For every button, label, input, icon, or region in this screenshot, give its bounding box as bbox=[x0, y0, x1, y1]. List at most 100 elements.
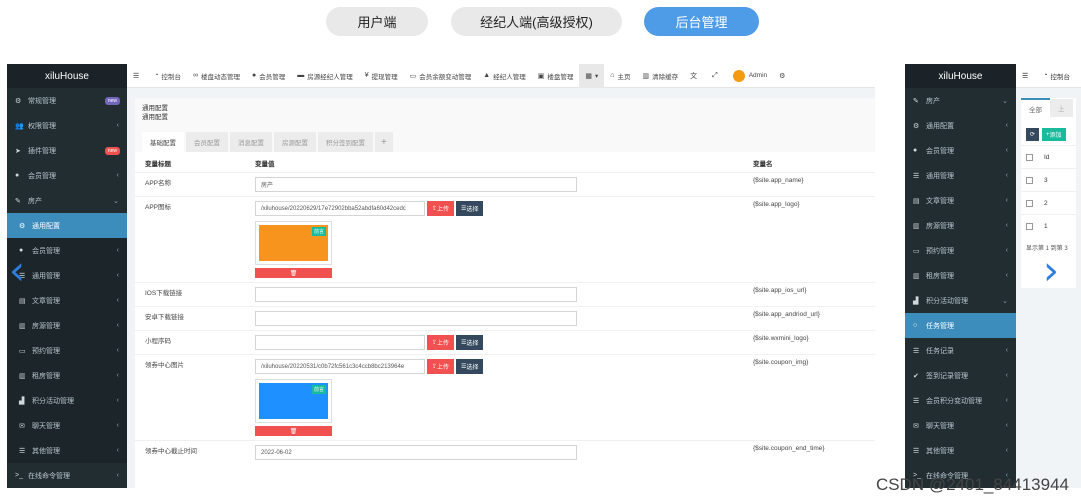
sidebar-item[interactable]: ☰ 会员积分变动管理 ‹ bbox=[905, 388, 1016, 413]
nav-save[interactable]: ▣ 楼盘管理 bbox=[532, 64, 580, 88]
sidebar-item[interactable]: >_ 在线命令管理 ‹ bbox=[7, 463, 127, 488]
select-button[interactable]: ☰ 选择 bbox=[456, 201, 484, 216]
value-input[interactable]: 2022-06-02 bbox=[255, 445, 577, 460]
nav-user[interactable]: ● 会员管理 bbox=[246, 64, 291, 88]
sidebar-item[interactable]: ☰ 通用管理 ‹ bbox=[905, 163, 1016, 188]
sidebar-item[interactable]: ➤ 插件管理 new bbox=[7, 138, 127, 163]
row-title: 领券中心图片 bbox=[135, 354, 245, 441]
sidebar-item[interactable]: ● 会员管理 ‹ bbox=[7, 163, 127, 188]
sidebar-item-label: 文章管理 bbox=[32, 297, 60, 305]
nav-dashboard[interactable]: ◔ 控制台 bbox=[1037, 64, 1076, 88]
nav-trash[interactable]: ▥ 清除缓存 bbox=[636, 64, 684, 88]
nav-menu[interactable]: ☰ bbox=[127, 64, 148, 88]
tab-config[interactable]: 会员配置 bbox=[186, 132, 228, 152]
tab-config[interactable]: 消息配置 bbox=[230, 132, 272, 152]
sidebar-item[interactable]: ✉ 聊天管理 ‹ bbox=[905, 413, 1016, 438]
nav-avatar[interactable]: Admin bbox=[727, 64, 773, 88]
sidebar-item[interactable]: ▭ 预约管理 ‹ bbox=[7, 338, 127, 363]
brand-logo[interactable]: xiluHouse bbox=[7, 64, 127, 88]
tab-agent-side[interactable]: 经纪人端(高级授权) bbox=[451, 7, 622, 36]
add-tab-button[interactable]: + bbox=[375, 132, 393, 152]
upload-button[interactable]: ⇪ 上传 bbox=[427, 201, 455, 216]
sidebar-item[interactable]: ▭ 预约管理 ‹ bbox=[905, 238, 1016, 263]
sidebar-item[interactable]: ✉ 聊天管理 ‹ bbox=[7, 413, 127, 438]
save-icon: ▣ bbox=[537, 72, 545, 80]
sidebar-item[interactable]: ☰ 任务记录 ‹ bbox=[905, 338, 1016, 363]
sidebar-item[interactable]: ● 会员管理 ‹ bbox=[7, 238, 127, 263]
tab-config[interactable]: 房源配置 bbox=[274, 132, 316, 152]
tab-config[interactable]: 积分签到配置 bbox=[318, 132, 373, 152]
row-checkbox[interactable] bbox=[1026, 176, 1033, 184]
row-checkbox[interactable] bbox=[1026, 222, 1033, 230]
delete-image-button[interactable]: 🗑 bbox=[255, 268, 332, 278]
value-input[interactable]: /xiluhouse/20220531/c0b72fc561c3c4ccb8bc… bbox=[255, 359, 425, 374]
nav-translate[interactable]: 文 bbox=[684, 64, 706, 88]
nav-menu[interactable]: ☰ bbox=[1016, 64, 1037, 88]
nav-label: 控制台 bbox=[1050, 73, 1071, 81]
sidebar-item[interactable]: ▤ 文章管理 ‹ bbox=[905, 188, 1016, 213]
nav-lock[interactable]: ▲ 经纪人管理 bbox=[477, 64, 531, 88]
sidebar-item[interactable]: 👥 权限管理 ‹ bbox=[7, 113, 127, 138]
select-all-checkbox[interactable] bbox=[1026, 153, 1033, 161]
chevron-down-icon: ⌄ bbox=[1002, 297, 1008, 305]
select-button[interactable]: ☰ 选择 bbox=[456, 335, 484, 350]
sidebar-item[interactable]: ✔ 签到记录管理 ‹ bbox=[905, 363, 1016, 388]
sidebar-item[interactable]: ✎ 房产 ⌄ bbox=[7, 188, 127, 213]
delete-image-button[interactable]: 🗑 bbox=[255, 426, 332, 436]
nav-grid[interactable]: ▦ ▾ bbox=[579, 64, 605, 88]
nav-cogs[interactable]: ⚙ bbox=[773, 64, 794, 88]
chevron-left-icon: ‹ bbox=[116, 372, 119, 379]
tab-online[interactable]: 上 bbox=[1050, 99, 1073, 117]
value-input[interactable] bbox=[255, 287, 577, 302]
nav-fullscreen[interactable]: ⤢ bbox=[706, 64, 727, 88]
brand-logo-secondary[interactable]: xiluHouse bbox=[905, 64, 1016, 88]
tab-user-side[interactable]: 用户端 bbox=[326, 7, 428, 36]
nav-link[interactable]: ∞ 楼盘动态管理 bbox=[187, 64, 246, 88]
prev-arrow-icon[interactable]: ‹ bbox=[9, 248, 25, 294]
building-icon: ▥ bbox=[913, 272, 920, 280]
sidebar-item[interactable]: ▤ 文章管理 ‹ bbox=[7, 288, 127, 313]
value-input[interactable]: /xiluhouse/20220629/17e72902bba52abdfa60… bbox=[255, 201, 425, 216]
list-icon: ☰ bbox=[913, 172, 920, 180]
sidebar-item[interactable]: ▟ 积分活动管理 ⌄ bbox=[905, 288, 1016, 313]
upload-button[interactable]: ⇪ 上传 bbox=[427, 335, 455, 350]
sidebar-item-label: 预约管理 bbox=[926, 247, 954, 255]
sidebar-item[interactable]: ☰ 通用管理 ‹ bbox=[7, 263, 127, 288]
nav-yen[interactable]: ¥ 提现管理 bbox=[359, 64, 404, 88]
sidebar-item[interactable]: ⚙ 通用配置 ‹ bbox=[905, 113, 1016, 138]
sidebar-item[interactable]: ▥ 租房管理 ‹ bbox=[905, 263, 1016, 288]
col-title-header: 变量标题 bbox=[145, 161, 171, 168]
select-button[interactable]: ☰ 选择 bbox=[456, 359, 484, 374]
row-checkbox[interactable] bbox=[1026, 199, 1033, 207]
sidebar-item[interactable]: ☰ 其他管理 ‹ bbox=[7, 438, 127, 463]
gear-icon: ⚙ bbox=[913, 122, 920, 130]
value-input[interactable]: 房产 bbox=[255, 177, 577, 192]
tab-admin-side[interactable]: 后台管理 bbox=[644, 7, 759, 36]
nav-car[interactable]: ▬ 房源经纪人管理 bbox=[291, 64, 359, 88]
nav-card[interactable]: ▭ 会员余额变动管理 bbox=[404, 64, 478, 88]
sidebar-item[interactable]: ☰ 其他管理 ‹ bbox=[905, 438, 1016, 463]
nav-home[interactable]: ⌂ 主页 bbox=[604, 64, 636, 88]
nav-dashboard[interactable]: ◔ 控制台 bbox=[148, 64, 187, 88]
sidebar-item[interactable]: ▥ 租房管理 ‹ bbox=[7, 363, 127, 388]
add-button[interactable]: + 添加 bbox=[1042, 128, 1066, 141]
upload-button[interactable]: ⇪ 上传 bbox=[427, 359, 455, 374]
sidebar-item[interactable]: ○ 任务管理 bbox=[905, 313, 1016, 338]
sidebar-item[interactable]: ▟ 积分活动管理 ‹ bbox=[7, 388, 127, 413]
refresh-button[interactable]: ⟳ bbox=[1026, 128, 1040, 141]
tab-all[interactable]: 全部 bbox=[1021, 98, 1050, 118]
preview-tag: 前言 bbox=[311, 385, 326, 394]
next-arrow-icon[interactable]: › bbox=[1043, 248, 1059, 294]
value-input[interactable] bbox=[255, 335, 425, 350]
sidebar-item[interactable]: ▥ 房源管理 ‹ bbox=[7, 313, 127, 338]
upload-row: /xiluhouse/20220531/c0b72fc561c3c4ccb8bc… bbox=[255, 359, 736, 374]
sidebar-item[interactable]: ● 会员管理 ‹ bbox=[905, 138, 1016, 163]
value-input[interactable] bbox=[255, 311, 577, 326]
sidebar-item[interactable]: ▥ 房源管理 ‹ bbox=[905, 213, 1016, 238]
sidebar-item[interactable]: ⚙ 通用配置 bbox=[7, 213, 127, 238]
top-nav-secondary: ☰ ◔ 控制台 bbox=[1016, 64, 1081, 88]
tab-config[interactable]: 基础配置 bbox=[142, 132, 184, 152]
table-row: APP图标/xiluhouse/20220629/17e72902bba52ab… bbox=[135, 196, 875, 283]
sidebar-item[interactable]: ✎ 房产 ⌄ bbox=[905, 88, 1016, 113]
sidebar-item[interactable]: ⚙ 常规管理 new bbox=[7, 88, 127, 113]
